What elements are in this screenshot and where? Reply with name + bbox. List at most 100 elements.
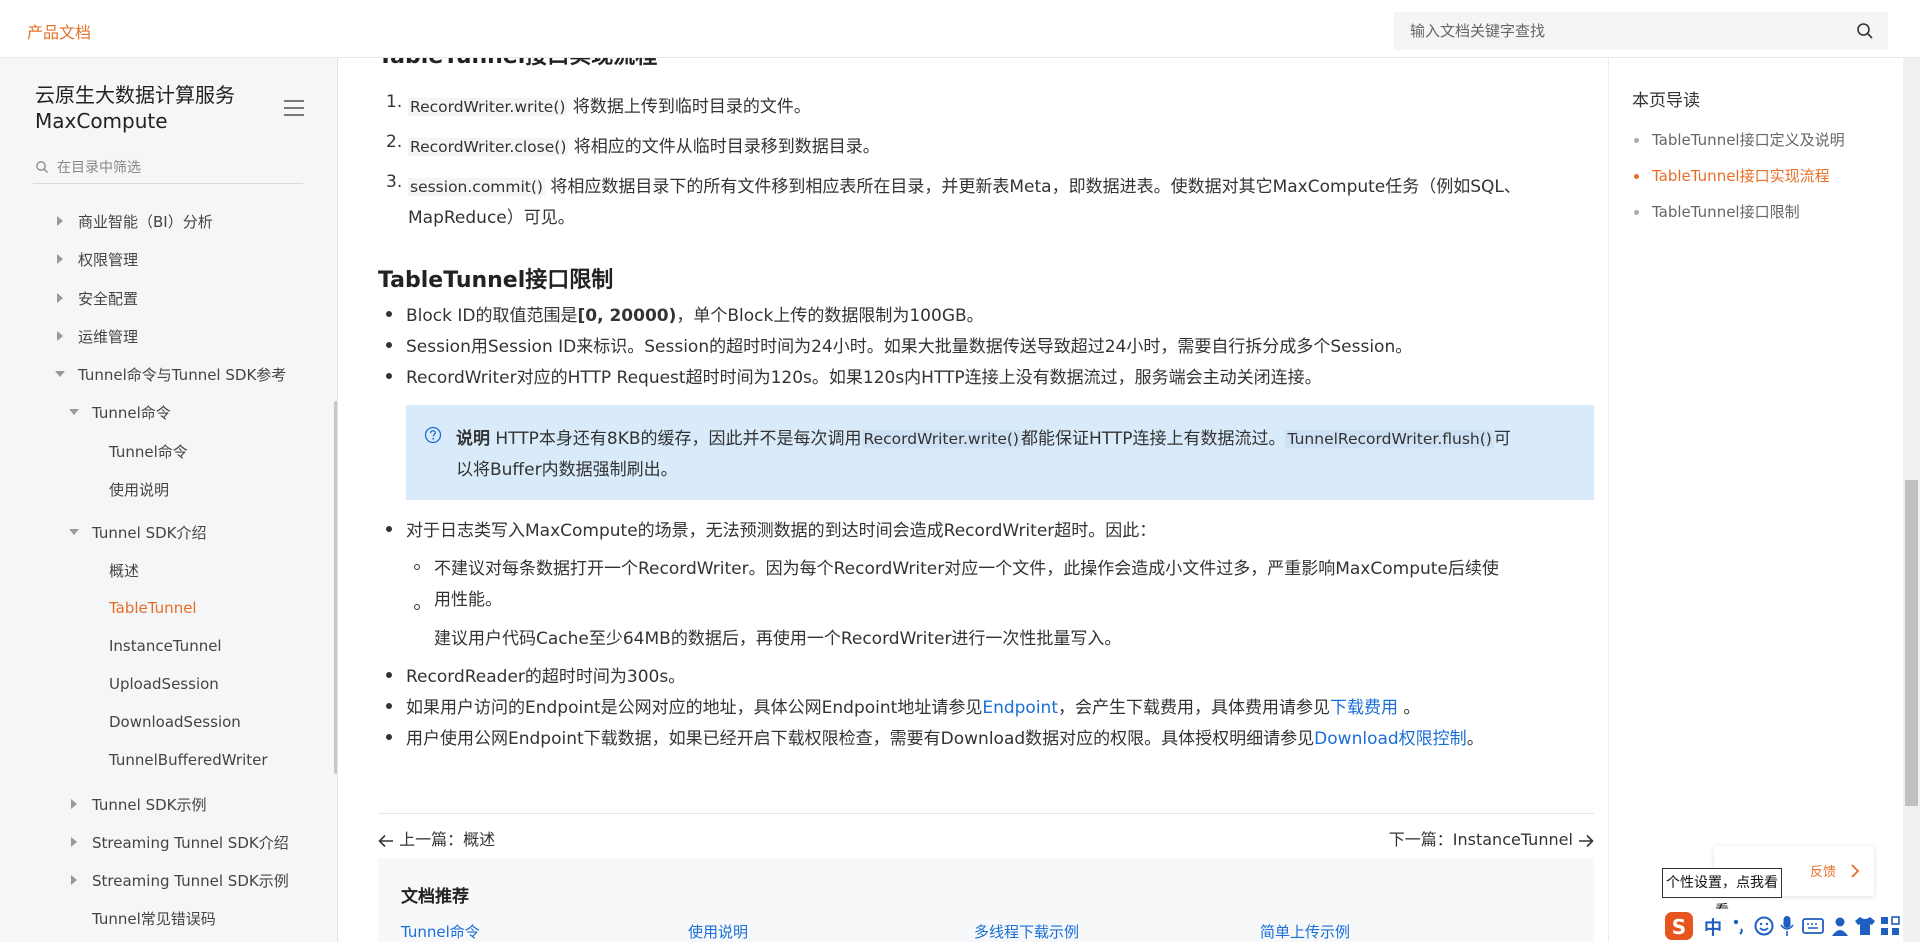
expand-icon[interactable] — [57, 293, 63, 303]
step-text: RecordWriter.close() 将相应的文件从临时目录移到数据目录。 — [408, 137, 880, 157]
inline-code: RecordWriter.close() — [408, 138, 569, 156]
filter-search-icon — [36, 161, 48, 173]
sidebar-item-sdk-example[interactable]: Tunnel SDK示例 — [92, 794, 206, 815]
log-suggestion-1-cont: 用性能。 — [434, 590, 502, 610]
recommend-link[interactable]: 简单上传示例 — [1260, 921, 1350, 942]
log-suggestion-1: 不建议对每条数据打开一个RecordWriter。因为每个RecordWrite… — [434, 559, 1499, 579]
sidebar-item-usage[interactable]: 使用说明 — [109, 479, 169, 500]
sidebar-item-security[interactable]: 安全配置 — [78, 288, 138, 309]
step-text: session.commit() 将相应数据目录下的所有文件移到相应表所在目录，… — [408, 177, 1521, 197]
brand-link[interactable]: 产品文档 — [27, 19, 91, 43]
prev-page-link[interactable]: 上一篇：概述 — [378, 826, 495, 850]
emoji-icon[interactable] — [1754, 916, 1774, 936]
collapse-icon[interactable] — [69, 409, 79, 415]
step-number: 2. — [386, 132, 403, 152]
download-fee-link[interactable]: 下载费用 — [1330, 698, 1398, 718]
keyboard-icon[interactable] — [1802, 918, 1824, 934]
inline-code: RecordWriter.write() — [408, 98, 568, 116]
sidebar-item-tabletunnel[interactable]: TableTunnel — [109, 599, 197, 617]
step-number: 1. — [386, 92, 403, 112]
sidebar-item-error-codes[interactable]: Tunnel常见错误码 — [92, 908, 216, 929]
expand-icon[interactable] — [71, 875, 77, 885]
step-text-cont: MapReduce）可见。 — [408, 208, 575, 228]
bullet — [386, 703, 392, 709]
sidebar-title: 云原生大数据计算服务 MaxCompute — [35, 83, 235, 133]
recommend-link[interactable]: 多线程下载示例 — [974, 921, 1079, 942]
sogou-logo-icon[interactable]: S — [1664, 911, 1696, 941]
toc-item-definition[interactable]: TableTunnel接口定义及说明 — [1652, 129, 1845, 150]
toc-item-flow[interactable]: TableTunnel接口实现流程 — [1652, 165, 1830, 186]
expand-icon[interactable] — [57, 216, 63, 226]
expand-icon[interactable] — [57, 254, 63, 264]
arrow-left-icon — [378, 834, 393, 847]
ime-mode-label[interactable]: 中 — [1704, 914, 1722, 940]
bullet — [386, 342, 392, 348]
chevron-right-icon[interactable] — [1850, 863, 1860, 879]
sidebar: 云原生大数据计算服务 MaxCompute 商业智能（BI）分析 权限管理 安全… — [0, 58, 338, 942]
sidebar-item-overview[interactable]: 概述 — [109, 560, 139, 581]
toc-dot — [1634, 174, 1639, 179]
sidebar-filter[interactable] — [33, 154, 303, 184]
sidebar-item-instancetunnel[interactable]: InstanceTunnel — [109, 637, 222, 655]
recommend-link[interactable]: 使用说明 — [688, 921, 748, 942]
note-text-cont: 以将Buffer内数据强制刷出。 — [456, 460, 678, 480]
sidebar-item-bi[interactable]: 商业智能（BI）分析 — [78, 211, 213, 232]
download-permission-link[interactable]: Download权限控制 — [1314, 729, 1467, 749]
bullet — [386, 672, 392, 678]
sidebar-item-tunnel-cmd[interactable]: Tunnel命令 — [109, 441, 188, 462]
user-center-icon[interactable] — [1830, 915, 1850, 937]
inline-code: TunnelRecordWriter.flush() — [1285, 430, 1494, 448]
next-page-link[interactable]: 下一篇：InstanceTunnel — [1389, 826, 1594, 850]
punctuation-icon[interactable] — [1732, 917, 1746, 935]
sidebar-item-tunnel-ref[interactable]: Tunnel命令与Tunnel SDK参考 — [78, 364, 286, 385]
limit-recordwriter: RecordWriter对应的HTTP Request超时时间为120s。如果1… — [406, 368, 1322, 388]
sub-bullet — [414, 564, 420, 570]
recommend-panel: 文档推荐 Tunnel命令 使用说明 多线程下载示例 简单上传示例 — [378, 858, 1594, 942]
sidebar-item-tunnel-cmd-group[interactable]: Tunnel命令 — [92, 402, 171, 423]
collapse-icon[interactable] — [69, 529, 79, 535]
expand-icon[interactable] — [71, 837, 77, 847]
toc-title: 本页导读 — [1632, 91, 1700, 111]
note-text: 说明 HTTP本身还有8KB的缓存，因此并不是每次调用 RecordWriter.… — [456, 429, 1511, 449]
section-heading-limits: TableTunnel接口限制 — [378, 268, 614, 293]
top-header: 产品文档 — [0, 0, 1920, 58]
inline-code: RecordWriter.write() — [861, 430, 1021, 448]
bullet — [386, 373, 392, 379]
expand-icon[interactable] — [57, 331, 63, 341]
search-input[interactable] — [1410, 12, 1840, 50]
sidebar-item-streaming-intro[interactable]: Streaming Tunnel SDK介绍 — [92, 832, 289, 853]
recommend-title: 文档推荐 — [401, 887, 469, 907]
expand-icon[interactable] — [71, 799, 77, 809]
sub-bullet — [414, 604, 420, 610]
toc-dot — [1634, 210, 1639, 215]
sidebar-item-ops[interactable]: 运维管理 — [78, 326, 138, 347]
note-box: 说明 HTTP本身还有8KB的缓存，因此并不是每次调用 RecordWriter.… — [406, 405, 1594, 500]
divider — [378, 813, 1594, 814]
ime-toolbar: S 中 — [1660, 909, 1903, 942]
toc-item-limits[interactable]: TableTunnel接口限制 — [1652, 201, 1800, 222]
toc-dot — [1634, 138, 1639, 143]
help-circle-icon — [424, 426, 442, 444]
search-box[interactable] — [1394, 12, 1888, 50]
collapse-icon[interactable] — [55, 371, 65, 377]
page-scrollbar-thumb[interactable] — [1905, 480, 1918, 806]
sidebar-item-downloadsession[interactable]: DownloadSession — [109, 713, 241, 731]
microphone-icon[interactable] — [1780, 915, 1794, 937]
recommend-link[interactable]: Tunnel命令 — [401, 921, 480, 942]
sidebar-item-permission[interactable]: 权限管理 — [78, 249, 138, 270]
endpoint-link[interactable]: Endpoint — [982, 698, 1058, 718]
bullet — [386, 526, 392, 532]
sidebar-item-bufferedwriter[interactable]: TunnelBufferedWriter — [109, 751, 268, 769]
feedback-label[interactable]: 反馈 — [1810, 861, 1836, 880]
note-label: 说明 — [456, 429, 490, 449]
inline-code: session.commit() — [408, 178, 545, 196]
sidebar-filter-input[interactable] — [57, 156, 297, 180]
toolbox-grid-icon[interactable] — [1880, 916, 1900, 936]
sidebar-item-sdk-intro[interactable]: Tunnel SDK介绍 — [92, 522, 206, 543]
sidebar-item-uploadsession[interactable]: UploadSession — [109, 675, 219, 693]
step-text: RecordWriter.write() 将数据上传到临时目录的文件。 — [408, 97, 811, 117]
search-icon[interactable] — [1856, 22, 1874, 40]
menu-toggle-icon[interactable] — [284, 100, 304, 116]
sidebar-item-streaming-example[interactable]: Streaming Tunnel SDK示例 — [92, 870, 289, 891]
skin-shirt-icon[interactable] — [1854, 916, 1876, 936]
